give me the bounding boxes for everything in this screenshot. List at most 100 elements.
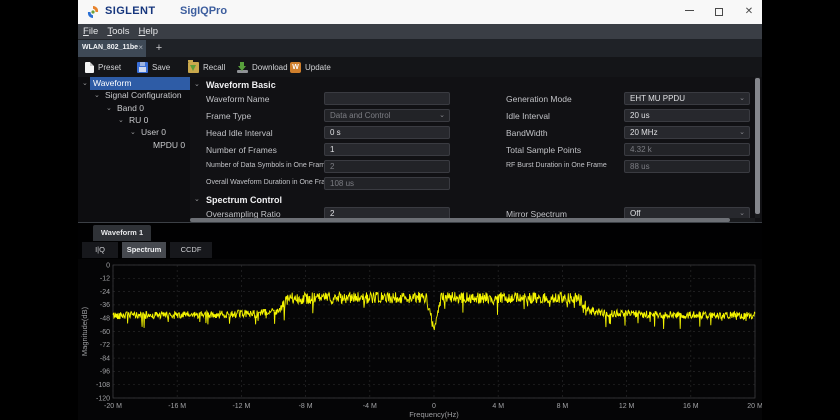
tree-item-label: User 0 [141, 127, 166, 137]
siglent-logo-icon [85, 4, 101, 20]
field-label: Number of Frames [206, 145, 277, 155]
document-tab-label: WLAN_802_11be [82, 44, 138, 51]
preset-button[interactable]: Preset [85, 57, 121, 77]
update-icon: W [290, 62, 301, 73]
select-mirror-spectrum[interactable]: Off⌄ [624, 207, 750, 218]
x-tick-label: 12 M [619, 403, 635, 410]
tree-item-mpdu-0[interactable]: MPDU 0 [78, 140, 190, 152]
vertical-scrollbar[interactable] [755, 77, 760, 218]
field-label: Frame Type [206, 111, 251, 121]
field-label: Number of Data Symbols in One Frame [206, 162, 329, 169]
menu-item-label-rest: ools [112, 26, 129, 37]
x-tick-label: 20 M [747, 403, 762, 410]
tree-item-waveform[interactable]: ⌄ Waveform [78, 78, 190, 90]
save-button[interactable]: Save [137, 57, 170, 77]
tree-item-user-0[interactable]: ⌄ User 0 [78, 127, 190, 139]
field-label: BandWidth [506, 128, 548, 138]
vertical-scrollbar-thumb[interactable] [755, 78, 760, 214]
chevron-down-icon[interactable]: ⌄ [130, 128, 136, 136]
input-waveform-name[interactable] [324, 92, 450, 105]
minimize-button[interactable] [680, 3, 698, 21]
y-tick-label: -96 [100, 369, 110, 376]
view-tab-spectrum[interactable]: Spectrum [122, 242, 166, 258]
input-oversampling-ratio[interactable]: 2 [324, 207, 450, 218]
y-tick-label: -36 [100, 302, 110, 309]
chevron-down-icon[interactable]: ⌄ [106, 104, 112, 112]
menu-item-file[interactable]: File [83, 26, 98, 37]
tree-item-label: Band 0 [117, 103, 144, 113]
view-tab-strip: I|QSpectrumCCDF [78, 242, 762, 258]
x-tick-label: -8 M [299, 403, 313, 410]
main-area: ⌄ Waveform ⌄ Signal Configuration ⌄ Band 0 ⌄RU… [78, 77, 762, 222]
select-generation-mode[interactable]: EHT MU PPDU⌄ [624, 92, 750, 105]
chevron-down-icon: ⌄ [739, 127, 745, 138]
title-bar: SIGLENT SigIQPro ✕ [78, 0, 762, 24]
waveform-panel-tab[interactable]: Waveform 1 [93, 225, 151, 241]
tree-item-signal-configuration[interactable]: ⌄ Signal Configuration [78, 90, 190, 102]
chevron-down-icon[interactable]: ⌄ [118, 116, 124, 124]
input-number-of-data-symbols-in-one-frame[interactable]: 2 [324, 160, 450, 173]
floppy-icon [137, 62, 148, 73]
select-bandwidth[interactable]: 20 MHz⌄ [624, 126, 750, 139]
y-tick-label: -120 [96, 395, 110, 402]
x-tick-label: 0 [432, 403, 436, 410]
y-axis-title: Magnitude(dB) [80, 306, 89, 356]
input-idle-interval[interactable]: 20 us [624, 109, 750, 122]
y-tick-label: -84 [100, 355, 110, 362]
field-label: Total Sample Points [506, 145, 581, 155]
config-tree: ⌄ Waveform ⌄ Signal Configuration ⌄ Band 0 ⌄RU… [78, 77, 190, 222]
field-label: Idle Interval [506, 111, 550, 121]
section-title: Waveform Basic [206, 80, 276, 90]
x-tick-label: 8 M [557, 403, 569, 410]
input-head-idle-interval[interactable]: 0 s [324, 126, 450, 139]
app-title: SigIQPro [180, 5, 227, 17]
tree-item-label: Waveform [93, 78, 131, 88]
chevron-down-icon[interactable]: ⌄ [194, 195, 200, 203]
input-overall-waveform-duration-in-one-frame[interactable]: 108 us [324, 177, 450, 190]
update-button[interactable]: WUpdate [290, 57, 331, 77]
input-rf-burst-duration-in-one-frame[interactable]: 88 us [624, 160, 750, 173]
chevron-down-icon[interactable]: ⌄ [94, 91, 100, 99]
y-tick-label: 0 [106, 262, 110, 269]
menu-item-help[interactable]: Help [139, 26, 159, 37]
recall-button[interactable]: Recall [188, 57, 225, 77]
maximize-icon [715, 8, 723, 16]
input-total-sample-points[interactable]: 4.32 k [624, 143, 750, 156]
close-button[interactable]: ✕ [740, 3, 758, 21]
y-tick-label: -12 [100, 276, 110, 283]
chevron-down-icon[interactable]: ⌄ [82, 79, 88, 87]
document-icon [85, 62, 94, 73]
x-tick-label: -16 M [168, 403, 186, 410]
y-tick-label: -60 [100, 329, 110, 336]
settings-form: ⌄Waveform BasicWaveform NameFrame TypeDa… [190, 77, 755, 218]
document-tab-active[interactable]: WLAN_802_11be × [78, 40, 146, 57]
tab-close-icon[interactable]: × [138, 43, 143, 52]
menu-bar: File Tools Help [78, 24, 762, 39]
maximize-button[interactable] [710, 3, 728, 21]
y-tick-label: -48 [100, 316, 110, 323]
x-tick-label: 16 M [683, 403, 699, 410]
document-tab-bar: WLAN_802_11be × + [78, 39, 762, 57]
tree-item-band-0[interactable]: ⌄ Band 0 [78, 103, 190, 115]
tool-button-label: Preset [98, 63, 121, 72]
y-tick-label: -72 [100, 342, 110, 349]
select-frame-type[interactable]: Data and Control⌄ [324, 109, 450, 122]
brand-text: SIGLENT [105, 5, 155, 17]
chevron-down-icon[interactable]: ⌄ [194, 80, 200, 88]
field-value: Data and Control [330, 111, 390, 120]
field-value: 2 [330, 209, 334, 218]
view-tab-iq[interactable]: I|Q [82, 242, 118, 258]
add-tab-button[interactable]: + [152, 41, 166, 55]
download-tray [237, 70, 248, 73]
field-label: Generation Mode [506, 94, 572, 104]
input-number-of-frames[interactable]: 1 [324, 143, 450, 156]
chevron-down-icon: ⌄ [739, 208, 745, 218]
field-label: Oversampling Ratio [206, 209, 281, 218]
menu-item-tools[interactable]: Tools [107, 26, 129, 37]
x-tick-label: 4 M [492, 403, 504, 410]
view-tab-ccdf[interactable]: CCDF [170, 242, 212, 258]
toolbar: Preset Save Recall DownloadWUpdate [78, 57, 762, 77]
download-button[interactable]: Download [237, 57, 288, 77]
tree-item-label: Signal Configuration [105, 90, 182, 100]
tree-item-ru-0[interactable]: ⌄RU 0 [78, 115, 190, 127]
